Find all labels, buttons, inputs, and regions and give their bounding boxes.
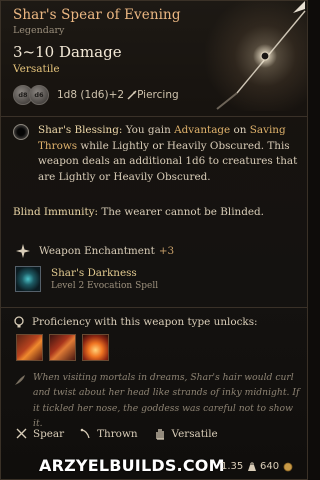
blind-immunity-passive[interactable]: Blind Immunity: The wearer cannot be Bli… (13, 205, 297, 221)
item-damage: 3~10 Damage (13, 43, 122, 61)
section-divider (1, 307, 307, 308)
spear-icon (16, 428, 27, 439)
darkness-spell-icon (15, 266, 41, 292)
spell-name: Shar's Darkness (51, 267, 137, 279)
damage-dice-row: d8 d6 1d8 (1d6)+2 Piercing (13, 85, 179, 105)
blessing-description: Shar's Blessing: You gain Advantage on S… (38, 123, 301, 185)
tag-spear[interactable]: Spear (16, 428, 64, 440)
weight-icon (248, 461, 257, 471)
tag-versatile[interactable]: Versatile (154, 427, 218, 440)
weapon-action-1-icon[interactable] (16, 334, 43, 361)
eclipse-icon (13, 124, 29, 140)
tag-thrown[interactable]: Thrown (80, 427, 138, 440)
quill-icon (15, 375, 25, 385)
weapon-action-3-icon[interactable] (82, 334, 109, 361)
enchantment-icon (16, 244, 30, 258)
flavor-text: When visiting mortals in dreams, Shar's … (33, 372, 300, 429)
damage-type: Piercing (127, 89, 179, 101)
weapon-action-2-icon[interactable] (49, 334, 76, 361)
piercing-icon (127, 90, 137, 100)
spell-shars-darkness[interactable]: Shar's Darkness Level 2 Evocation Spell (15, 266, 158, 292)
proficiency-header: Proficiency with this weapon type unlock… (13, 316, 258, 328)
tag-thrown-label: Thrown (97, 427, 138, 440)
advantage-keyword[interactable]: Advantage (174, 124, 230, 136)
weapon-enchantment[interactable]: Weapon Enchantment +3 (15, 243, 174, 259)
tooltip-footer: ARZYELBUILDS.COM 1.35 640 (1, 453, 307, 479)
item-title: Shar's Spear of Evening (13, 7, 181, 23)
gold-coin-icon (283, 462, 293, 471)
item-rarity: Legendary (13, 25, 65, 36)
enchantment-label: Weapon Enchantment (39, 245, 155, 257)
d6-die-icon: d6 (29, 85, 49, 105)
item-property: Versatile (13, 63, 60, 75)
blessing-text-1: You gain (125, 124, 171, 136)
blessing-title: Shar's Blessing: (38, 124, 123, 136)
tag-spear-label: Spear (33, 427, 65, 440)
immunity-title: Blind Immunity: (13, 206, 98, 218)
thrown-icon (80, 428, 90, 439)
weight-value: 1.35 (221, 461, 244, 472)
tag-versatile-label: Versatile (171, 427, 218, 440)
immunity-text: The wearer cannot be Blinded. (101, 206, 264, 218)
weapon-actions (16, 334, 115, 361)
damage-type-label: Piercing (137, 89, 179, 101)
flavor-text-block: When visiting mortals in dreams, Shar's … (13, 370, 303, 431)
blessing-text-2: on (233, 124, 247, 136)
item-tooltip: Shar's Spear of Evening Legendary 3~10 D… (0, 0, 308, 480)
hand-icon (155, 429, 164, 440)
section-divider (1, 116, 307, 117)
item-weight: 1.35 (221, 461, 257, 472)
proficiency-icon (14, 316, 24, 328)
item-value: 640 (260, 461, 293, 472)
site-watermark: ARZYELBUILDS.COM (39, 456, 225, 475)
spell-level: Level 2 Evocation Spell (51, 281, 159, 291)
gold-value: 640 (260, 461, 280, 472)
enchantment-bonus: +3 (158, 245, 175, 257)
weapon-tags: Spear Thrown Versatile (16, 427, 234, 440)
dice-formula: 1d8 (1d6)+2 (57, 89, 125, 101)
blessing-text-3: while Lightly or Heavily Obscured. This … (38, 139, 298, 183)
blessing-passive[interactable]: Shar's Blessing: You gain Advantage on S… (13, 123, 301, 185)
proficiency-label: Proficiency with this weapon type unlock… (32, 316, 258, 328)
